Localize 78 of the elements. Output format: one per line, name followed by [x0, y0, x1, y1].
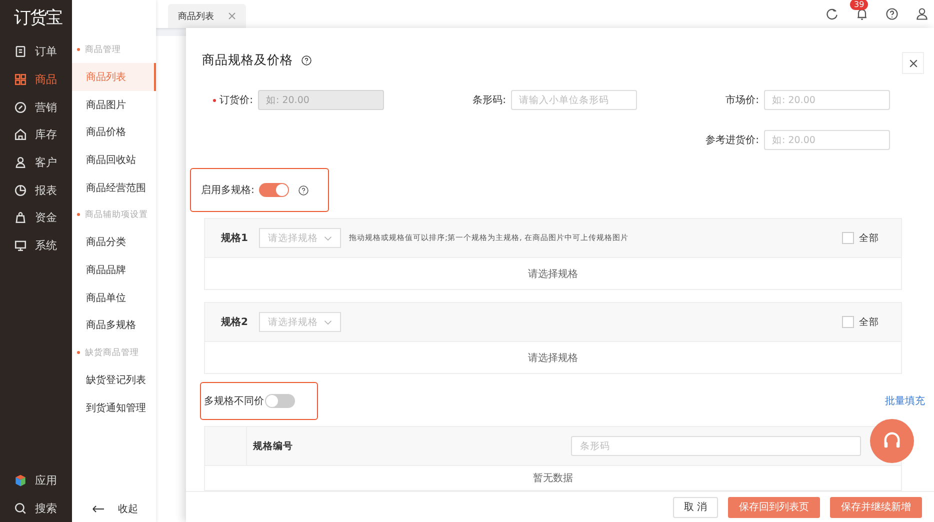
submenu-item[interactable]: 商品图片	[72, 90, 156, 118]
toggle-switch[interactable]	[259, 183, 290, 197]
monitor-icon	[14, 239, 27, 252]
submenu-item[interactable]: 商品回收站	[72, 146, 156, 174]
field-label: 订货价:	[187, 93, 253, 107]
nav-item[interactable]: 搜索	[0, 494, 72, 522]
cube-icon	[14, 474, 27, 487]
bullet-icon	[77, 48, 80, 51]
input-field[interactable]: 如: 20.00	[764, 90, 890, 110]
bell-icon[interactable]	[855, 7, 869, 21]
submenu-item[interactable]: 缺货登记列表	[72, 366, 156, 394]
page-tab[interactable]: 商品列表	[168, 4, 246, 28]
field-label: 参考进货价:	[704, 134, 759, 147]
support-button[interactable]	[870, 419, 914, 463]
bullet-icon	[77, 213, 80, 216]
group-title: 商品辅助项设置	[85, 208, 148, 221]
empty-text: 暂无数据	[533, 472, 573, 485]
search-icon	[14, 502, 27, 515]
user-icon[interactable]	[915, 7, 929, 21]
nav-item[interactable]: 资金	[0, 204, 72, 232]
nav-item[interactable]: 营销	[0, 93, 72, 122]
bullet-icon	[77, 351, 80, 354]
help-icon[interactable]	[298, 184, 310, 196]
nav-item[interactable]: 订单	[0, 38, 72, 66]
batch-fill-link[interactable]: 批量填充	[885, 394, 925, 408]
refresh-icon[interactable]	[825, 7, 839, 21]
spec-label: 规格2	[221, 316, 249, 329]
nav-item[interactable]: 报表	[0, 176, 72, 204]
checkbox-label: 全部	[859, 316, 879, 328]
collapse-button[interactable]: 收起	[72, 496, 156, 522]
group-title: 缺货商品管理	[85, 346, 139, 359]
help-icon[interactable]	[885, 7, 899, 21]
switch-label: 启用多规格:	[201, 184, 254, 197]
field-label: 市场价:	[724, 94, 759, 107]
empty-text: 请选择规格	[528, 268, 578, 280]
column-header: 规格编号	[252, 440, 294, 452]
checkbox[interactable]	[842, 316, 854, 328]
caret-icon	[324, 236, 332, 240]
spec-label: 规格1	[221, 232, 249, 245]
submenu-item[interactable]: 商品价格	[72, 118, 156, 146]
group-title: 商品管理	[85, 44, 121, 56]
close-icon	[228, 12, 236, 20]
document-icon	[14, 45, 27, 58]
submenu-item[interactable]: 到货通知管理	[72, 394, 156, 422]
submenu-item[interactable]: 商品单位	[72, 284, 156, 312]
bag-icon	[14, 211, 27, 224]
submenu-item[interactable]: 商品品牌	[72, 256, 156, 284]
submenu-item[interactable]: 商品经营范围	[72, 174, 156, 202]
action-button[interactable]: 取 消	[672, 496, 718, 518]
notification-badge: 39	[850, 0, 868, 10]
house-icon	[14, 128, 27, 142]
field-label: 条形码:	[472, 94, 506, 107]
compass-icon	[14, 100, 27, 114]
submenu-item[interactable]: 商品多规格	[72, 312, 156, 340]
grid-icon	[14, 73, 27, 86]
close-icon	[908, 58, 918, 68]
switch-label: 多规格不同价	[204, 394, 264, 408]
logo: 订货宝	[13, 7, 64, 30]
nav-item[interactable]: 商品	[0, 66, 72, 94]
input-field[interactable]: 如: 20.00	[764, 130, 890, 150]
pie-icon	[14, 184, 27, 197]
close-button[interactable]	[902, 52, 924, 74]
input-field[interactable]: 请输入小单位条形码	[511, 90, 637, 110]
caret-icon	[324, 320, 332, 324]
checkbox-label: 全部	[859, 232, 879, 244]
submenu-item[interactable]: 商品分类	[72, 228, 156, 256]
help-icon[interactable]	[301, 54, 312, 66]
toggle-switch[interactable]	[265, 394, 295, 408]
left-arrow-icon	[92, 505, 104, 513]
empty-text: 请选择规格	[528, 352, 578, 364]
input-field[interactable]: 条形码	[571, 436, 861, 456]
nav-item[interactable]: 应用	[0, 466, 72, 494]
person-icon	[14, 156, 27, 170]
nav-item[interactable]: 库存	[0, 121, 72, 149]
nav-item[interactable]: 系统	[0, 232, 72, 260]
checkbox[interactable]	[842, 232, 854, 244]
drawer-title: 商品规格及价格	[202, 52, 293, 68]
nav-item[interactable]: 客户	[0, 148, 72, 176]
